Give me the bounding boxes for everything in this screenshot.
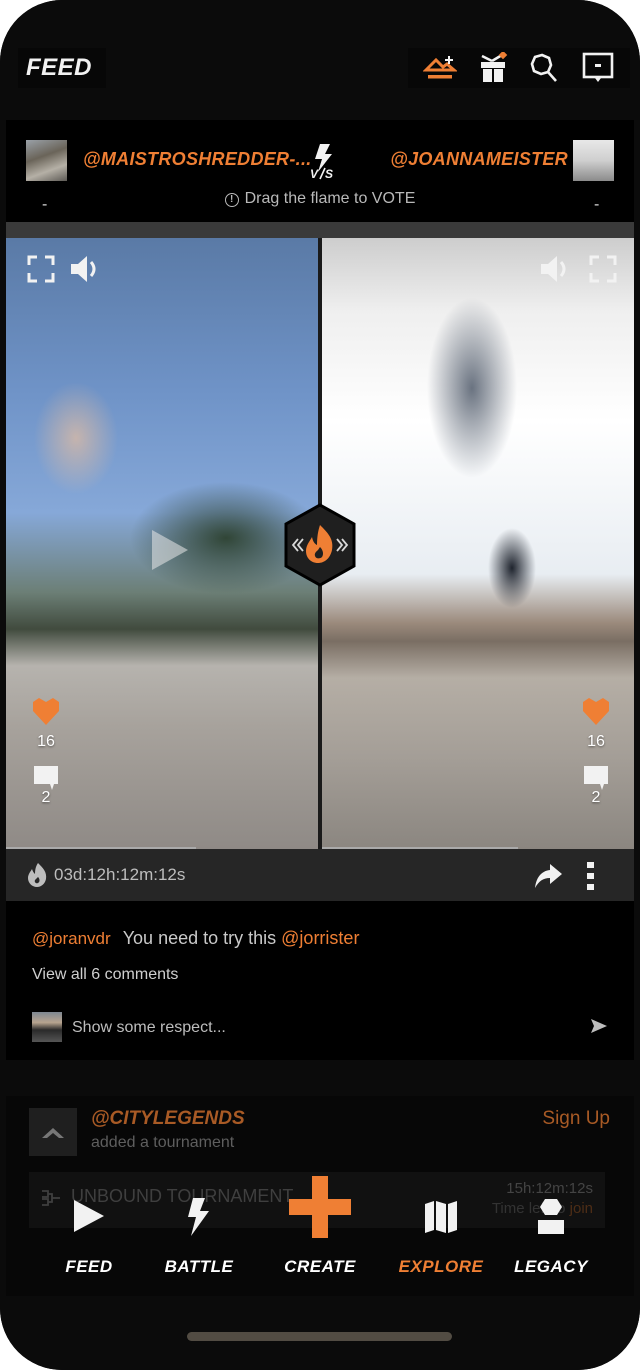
left-like-count: 16 [37,733,55,750]
heart-icon [583,698,609,725]
vote-hint: ! Drag the flame to VOTE [6,190,634,208]
org-name[interactable]: @CITYLEGENDS [91,1108,245,1130]
post-action: added a tournament [91,1134,235,1151]
comment-text: You need to try this [122,928,277,948]
left-comment-stat[interactable]: 2 [26,764,66,807]
top-bar: FEED [0,0,640,120]
fullscreen-icon[interactable] [26,254,56,284]
crown-plus-icon[interactable] [422,50,458,86]
svg-text:S: S [325,167,333,180]
nav-create-label: CREATE [284,1257,356,1276]
fullscreen-icon[interactable] [588,254,618,284]
page-title: FEED [18,48,106,88]
bottom-nav: FEED BATTLE CREATE EXPLORE LEGACY [0,1170,640,1296]
plus-icon [289,1176,351,1238]
trophy-icon [538,1199,564,1234]
play-icon[interactable] [150,528,190,572]
vote-hint-text: Drag the flame to VOTE [244,190,416,207]
play-icon [74,1200,104,1232]
nav-legacy-label: LEGACY [514,1257,588,1276]
send-icon[interactable] [590,1018,608,1034]
left-user-avatar[interactable] [26,140,67,181]
battle-timer: 03d:12h:12m:12s [54,865,186,884]
message-icon[interactable] [580,50,616,86]
volume-icon[interactable] [538,252,572,286]
heart-icon [33,698,59,725]
right-like-stat[interactable]: 16 [576,698,616,751]
nav-explore-label: EXPLORE [398,1257,484,1276]
battle-header: @MAISTROSHREDDER-... V S @JOANNAMEISTER … [6,120,634,222]
right-video[interactable]: 16 2 [322,238,634,849]
flame-timer-icon [26,862,48,888]
view-all-comments-link[interactable]: View all 6 comments [32,966,178,984]
left-username[interactable]: @MAISTROSHREDDER-... [83,149,312,170]
right-score: - [594,196,600,213]
comment-icon [584,766,608,790]
battle-card: @MAISTROSHREDDER-... V S @JOANNAMEISTER … [6,120,634,1060]
gift-icon[interactable] [475,50,511,86]
volume-icon[interactable] [68,252,102,286]
left-like-stat[interactable]: 16 [26,698,66,751]
versus-icon: V S [308,144,338,181]
share-icon[interactable] [532,862,564,890]
battle-footer: 03d:12h:12m:12s [6,849,634,901]
org-avatar[interactable] [29,1108,77,1156]
separator-strip [6,222,634,238]
info-icon: ! [224,193,239,207]
nav-explore[interactable]: EXPLORE [386,1170,496,1290]
right-username[interactable]: @JOANNAMEISTER [390,149,568,170]
comment-mention[interactable]: @jorrister [281,928,359,948]
top-icons-group [408,48,630,88]
more-options-icon[interactable] [584,861,598,891]
map-icon [425,1201,457,1233]
top-comment: @joranvdr You need to try this @jorrister [32,928,359,949]
lightning-icon [188,1198,209,1236]
right-user-avatar[interactable] [573,140,614,181]
right-like-count: 16 [587,733,605,750]
flame-vote-handle[interactable] [284,503,356,587]
nav-battle-label: BATTLE [164,1257,234,1276]
svg-text:V: V [310,167,319,180]
nav-legacy[interactable]: LEGACY [496,1170,606,1290]
home-indicator[interactable] [187,1332,452,1341]
right-comment-stat[interactable]: 2 [576,764,616,807]
comment-input[interactable] [72,1016,572,1040]
search-icon[interactable] [527,50,563,86]
nav-feed[interactable]: FEED [34,1170,144,1290]
comment-icon [34,766,58,790]
left-video[interactable]: 16 2 [6,238,318,849]
phone-screen: FEED @MAISTROSHREDDER-... V S @JOANNAMEI… [0,0,640,1370]
nav-battle[interactable]: BATTLE [144,1170,254,1290]
nav-feed-label: FEED [65,1257,113,1276]
comment-author[interactable]: @joranvdr [32,929,111,948]
sign-up-button[interactable]: Sign Up [542,1108,610,1130]
current-user-avatar [32,1012,62,1042]
nav-create[interactable]: CREATE [265,1170,375,1290]
